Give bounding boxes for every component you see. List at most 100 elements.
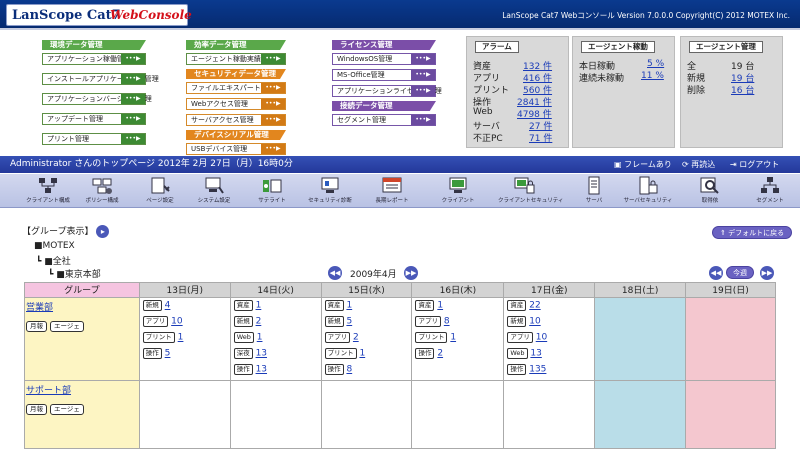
group-select-button[interactable]: ▸ — [96, 225, 110, 238]
event-type-tag[interactable]: Web — [233, 332, 254, 343]
agent-run-link-today[interactable]: 5 % — [647, 59, 664, 69]
monthly-report-button[interactable]: 月報 — [26, 321, 47, 332]
tool-search[interactable]: 取得依 — [684, 175, 736, 207]
event-count-link[interactable]: 135 — [529, 365, 546, 375]
event-type-tag[interactable]: 操作 — [324, 364, 344, 375]
alarm-link-illegal-pc[interactable]: 71 件 — [529, 134, 552, 144]
tool-client-security[interactable]: クライアントセキュリティ — [498, 175, 563, 207]
tool-segment[interactable]: セグメント — [744, 175, 796, 207]
agent-button[interactable]: エージェ — [50, 404, 84, 415]
event-count-link[interactable]: 8 — [346, 365, 352, 375]
event-type-tag[interactable]: 操作 — [415, 348, 435, 359]
event-count-link[interactable]: 22 — [529, 301, 540, 311]
event-count-link[interactable]: 1 — [256, 301, 262, 311]
agent-mgmt-link-deleted[interactable]: 16 台 — [731, 86, 754, 96]
tool-client[interactable]: クライアント — [432, 175, 484, 207]
event-type-tag[interactable]: 操作 — [142, 348, 162, 359]
menu-item-file-expert[interactable]: ファイルエキスパート管理 •••▶ — [186, 82, 286, 94]
tool-server[interactable]: サーバ — [568, 175, 620, 207]
event-entry: Web 13 — [504, 348, 594, 364]
event-type-tag[interactable]: Web — [507, 348, 528, 359]
event-type-tag[interactable]: 資産 — [415, 300, 435, 311]
tool-system-settings[interactable]: システム設定 — [188, 175, 240, 207]
menu-item-app-license[interactable]: アプリケーションライセンス管理 •••▶ — [332, 85, 442, 97]
event-type-tag[interactable]: 資産 — [233, 300, 253, 311]
menu-item-usb-device[interactable]: USBデバイス管理 •••▶ — [186, 143, 286, 155]
menu-item-agent-run[interactable]: エージェント稼動実績 •••▶ — [186, 53, 286, 65]
frame-toggle[interactable]: ▣ フレームあり — [614, 156, 672, 173]
event-type-tag[interactable]: 資産 — [324, 300, 344, 311]
menu-item-update[interactable]: アップデート管理 •••▶ — [42, 113, 146, 125]
event-count-link[interactable]: 1 — [346, 301, 352, 311]
tool-satellite[interactable]: サテライト — [246, 175, 298, 207]
tree-node-company[interactable]: ┗ ■全社 — [36, 254, 71, 267]
tool-security-diagnosis[interactable]: セキュリティ診断 — [304, 175, 356, 207]
event-type-tag[interactable]: プリント — [415, 332, 448, 343]
agent-run-link-inactive[interactable]: 11 % — [641, 71, 664, 81]
menu-item-windows-os[interactable]: WindowsOS管理 •••▶ — [332, 53, 436, 65]
this-week-button[interactable]: 今週 — [726, 266, 754, 279]
calendar-table: グループ 13日(月) 14日(火) 15日(水) 16日(木) 17日(金) … — [24, 282, 776, 449]
event-count-link[interactable]: 10 — [529, 317, 540, 327]
event-count-link[interactable]: 2 — [353, 333, 359, 343]
event-type-tag[interactable]: 新規 — [507, 316, 527, 327]
event-count-link[interactable]: 5 — [346, 317, 352, 327]
agent-button[interactable]: エージェ — [50, 321, 84, 332]
reload-button[interactable]: ⟳ 再読込 — [682, 156, 715, 173]
event-count-link[interactable]: 1 — [178, 333, 184, 343]
event-type-tag[interactable]: 新規 — [324, 316, 344, 327]
default-reset-button[interactable]: ⇑ デフォルトに戻る — [712, 226, 793, 239]
event-type-tag[interactable]: 新規 — [142, 300, 162, 311]
menu-item-app-usage[interactable]: アプリケーション稼働管理 •••▶ — [42, 53, 146, 65]
event-count-link[interactable]: 1 — [450, 333, 456, 343]
event-type-tag[interactable]: アプリ — [324, 332, 351, 343]
event-type-tag[interactable]: プリント — [142, 332, 175, 343]
next-week-button[interactable]: ▶▶ — [760, 266, 774, 280]
event-type-tag[interactable]: アプリ — [142, 316, 169, 327]
event-count-link[interactable]: 2 — [256, 317, 262, 327]
event-count-link[interactable]: 13 — [530, 349, 541, 359]
menu-item-app-version[interactable]: アプリケーションバージョン管理 •••▶ — [42, 93, 152, 105]
tool-policy-config[interactable]: ポリシー構成 — [76, 175, 128, 207]
event-count-link[interactable]: 1 — [257, 333, 263, 343]
event-count-link[interactable]: 4 — [165, 301, 171, 311]
event-count-link[interactable]: 2 — [437, 349, 443, 359]
event-count-link[interactable]: 13 — [256, 349, 267, 359]
menu-item-segment[interactable]: セグメント管理 •••▶ — [332, 114, 436, 126]
event-type-tag[interactable]: アプリ — [507, 332, 533, 343]
tree-node-tokyo[interactable]: ┗ ■東京本部 — [48, 267, 101, 280]
group-name-link[interactable]: 営業部 — [26, 300, 139, 313]
tool-long-report[interactable]: 長期レポート — [366, 175, 418, 207]
event-type-tag[interactable]: 新規 — [233, 316, 253, 327]
menu-item-install-app[interactable]: インストールアプリケーション管理 •••▶ — [42, 73, 159, 85]
menu-item-server-access[interactable]: サーバアクセス管理 •••▶ — [186, 114, 286, 126]
monthly-report-button[interactable]: 月報 — [26, 404, 47, 415]
event-type-tag[interactable]: 資産 — [507, 300, 527, 311]
event-type-tag[interactable]: アプリ — [415, 316, 441, 327]
event-count-link[interactable]: 5 — [165, 349, 171, 359]
event-count-link[interactable]: 1 — [437, 301, 443, 311]
group-name-link[interactable]: サポート部 — [26, 383, 139, 396]
event-count-link[interactable]: 10 — [536, 333, 547, 343]
prev-month-button[interactable]: ◀◀ — [328, 266, 342, 280]
event-type-tag[interactable]: 深夜 — [233, 348, 253, 359]
arrow-icon: •••▶ — [121, 134, 145, 144]
tree-node-root[interactable]: ■MOTEX — [34, 241, 75, 251]
menu-item-print[interactable]: プリント管理 •••▶ — [42, 133, 146, 145]
logout-button[interactable]: ⇥ ログアウト — [730, 156, 779, 173]
event-count-link[interactable]: 1 — [359, 349, 365, 359]
menu-item-web-access[interactable]: Webアクセス管理 •••▶ — [186, 98, 286, 110]
tool-label: 長期レポート — [375, 198, 409, 204]
tool-client-config[interactable]: クライアント構成 — [22, 175, 74, 207]
menu-item-ms-office[interactable]: MS-Office管理 •••▶ — [332, 69, 436, 81]
event-type-tag[interactable]: プリント — [324, 348, 357, 359]
event-count-link[interactable]: 10 — [171, 317, 182, 327]
prev-week-button[interactable]: ◀◀ — [709, 266, 723, 280]
tool-page-settings[interactable]: ページ設定 — [134, 175, 186, 207]
next-month-button[interactable]: ▶▶ — [404, 266, 418, 280]
event-count-link[interactable]: 8 — [444, 317, 450, 327]
event-type-tag[interactable]: 操作 — [233, 364, 253, 375]
event-type-tag[interactable]: 操作 — [507, 364, 527, 375]
tool-server-security[interactable]: サーバセキュリティ — [622, 175, 674, 207]
event-count-link[interactable]: 13 — [256, 365, 267, 375]
